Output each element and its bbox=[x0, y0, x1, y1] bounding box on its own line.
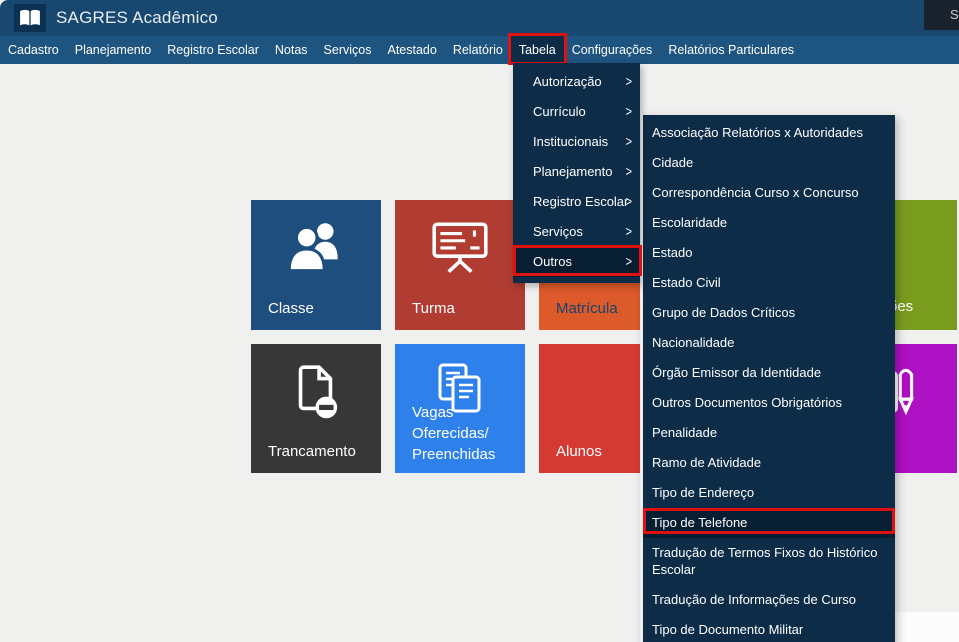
menubar-item-atestado[interactable]: Atestado bbox=[379, 36, 444, 64]
menubar-item-configuracoes[interactable]: Configurações bbox=[564, 36, 661, 64]
app-header: SAGRES Acadêmico S bbox=[0, 0, 959, 36]
dropdown-item-registro-escolar[interactable]: Registro Escolar> bbox=[513, 187, 640, 217]
menubar-item-relatorio[interactable]: Relatório bbox=[445, 36, 511, 64]
menubar-item-servicos[interactable]: Serviços bbox=[316, 36, 380, 64]
tile-label: Classe bbox=[268, 298, 314, 319]
people-icon bbox=[251, 216, 381, 282]
menubar-item-planejamento[interactable]: Planejamento bbox=[67, 36, 159, 64]
account-button[interactable]: S bbox=[924, 0, 959, 30]
presentation-board-icon bbox=[395, 216, 525, 282]
dropdown-item-label: Outros bbox=[533, 254, 572, 269]
dropdown-item-label: Serviços bbox=[533, 224, 583, 239]
menubar-item-registro-escolar[interactable]: Registro Escolar bbox=[159, 36, 267, 64]
submenu-item-outros-documentos-obrigatorios[interactable]: Outros Documentos Obrigatórios bbox=[643, 388, 895, 418]
dropdown-item-servicos[interactable]: Serviços> bbox=[513, 217, 640, 247]
submenu-item-associacao-relatorios-x-autoridades[interactable]: Associação Relatórios x Autoridades bbox=[643, 118, 895, 148]
submenu-item-traducao-de-informacoes-de-curso[interactable]: Tradução de Informações de Curso bbox=[643, 585, 895, 615]
document-minus-icon bbox=[251, 360, 381, 426]
submenu-item-cidade[interactable]: Cidade bbox=[643, 148, 895, 178]
tile-classe[interactable]: Classe bbox=[251, 200, 381, 330]
tile-label: Turma bbox=[412, 298, 455, 319]
dropdown-item-outros[interactable]: Outros> bbox=[513, 247, 640, 277]
tile-turma[interactable]: Turma bbox=[395, 200, 525, 330]
dropdown-item-label: Autorização bbox=[533, 74, 602, 89]
dropdown-item-label: Currículo bbox=[533, 104, 586, 119]
tile-label: Matrícula bbox=[556, 298, 618, 319]
menubar-item-tabela[interactable]: Tabela bbox=[511, 36, 564, 64]
open-book-icon bbox=[19, 9, 41, 27]
submenu-item-grupo-de-dados-criticos[interactable]: Grupo de Dados Críticos bbox=[643, 298, 895, 328]
submenu-item-traducao-de-termos-fixos-do-historico-escolar[interactable]: Tradução de Termos Fixos do Histórico Es… bbox=[643, 538, 895, 585]
submenu-item-correspondencia-curso-x-concurso[interactable]: Correspondência Curso x Concurso bbox=[643, 178, 895, 208]
tile-vagas-oferecidas-preenchidas[interactable]: Vagas Oferecidas/ Preenchidas bbox=[395, 344, 525, 473]
dropdown-item-institucionais[interactable]: Institucionais> bbox=[513, 127, 640, 157]
menubar-item-notas[interactable]: Notas bbox=[267, 36, 316, 64]
sagres-academico-window: { "header": { "title": "SAGRES Acadêmico… bbox=[0, 0, 959, 642]
menubar-item-relatorios-particulares[interactable]: Relatórios Particulares bbox=[660, 36, 802, 64]
chevron-right-icon: > bbox=[626, 243, 632, 281]
submenu-item-estado-civil[interactable]: Estado Civil bbox=[643, 268, 895, 298]
outros-submenu: Associação Relatórios x AutoridadesCidad… bbox=[640, 115, 895, 642]
submenu-item-ramo-de-atividade[interactable]: Ramo de Atividade bbox=[643, 448, 895, 478]
dropdown-item-label: Registro Escolar bbox=[533, 194, 628, 209]
submenu-item-nacionalidade[interactable]: Nacionalidade bbox=[643, 328, 895, 358]
submenu-item-escolaridade[interactable]: Escolaridade bbox=[643, 208, 895, 238]
tabela-dropdown-menu: Autorização>Currículo>Institucionais>Pla… bbox=[513, 63, 640, 283]
dropdown-item-planejamento[interactable]: Planejamento> bbox=[513, 157, 640, 187]
submenu-item-tipo-de-endereco[interactable]: Tipo de Endereço bbox=[643, 478, 895, 508]
dropdown-item-label: Institucionais bbox=[533, 134, 608, 149]
tile-trancamento[interactable]: Trancamento bbox=[251, 344, 381, 473]
white-panel-fragment bbox=[895, 612, 959, 642]
tile-label: Alunos bbox=[556, 441, 602, 462]
submenu-item-estado[interactable]: Estado bbox=[643, 238, 895, 268]
submenu-item-tipo-de-documento-militar[interactable]: Tipo de Documento Militar bbox=[643, 615, 895, 642]
dropdown-item-autorizacao[interactable]: Autorização> bbox=[513, 67, 640, 97]
menubar-item-cadastro[interactable]: Cadastro bbox=[0, 36, 67, 64]
app-title: SAGRES Acadêmico bbox=[56, 0, 218, 36]
submenu-item-orgao-emissor-da-identidade[interactable]: Órgão Emissor da Identidade bbox=[643, 358, 895, 388]
app-logo bbox=[14, 4, 46, 32]
dropdown-item-label: Planejamento bbox=[533, 164, 613, 179]
submenu-item-penalidade[interactable]: Penalidade bbox=[643, 418, 895, 448]
tile-label: Trancamento bbox=[268, 441, 356, 462]
menubar: CadastroPlanejamentoRegistro EscolarNota… bbox=[0, 36, 959, 64]
tile-label: Vagas Oferecidas/ Preenchidas bbox=[412, 402, 525, 465]
submenu-item-tipo-de-telefone[interactable]: Tipo de Telefone bbox=[643, 508, 895, 538]
dropdown-item-curriculo[interactable]: Currículo> bbox=[513, 97, 640, 127]
